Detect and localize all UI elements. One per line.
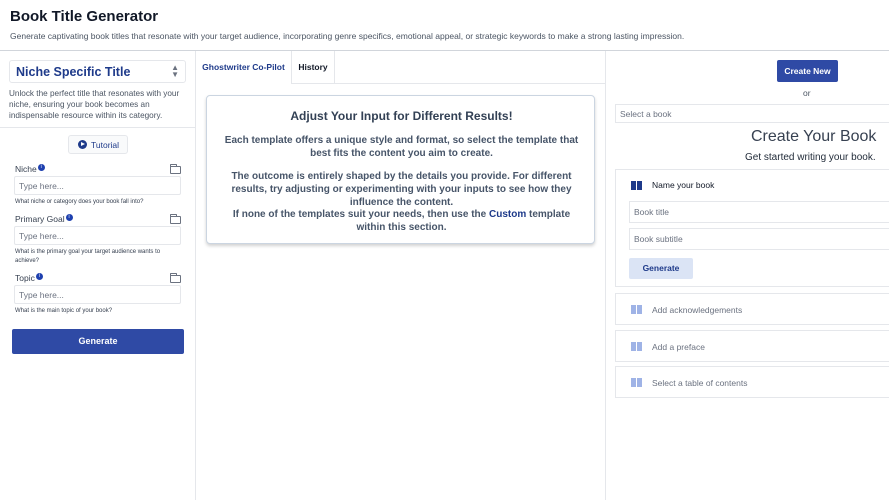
book-icon xyxy=(631,342,642,351)
info-card-paragraph: The outcome is entirely shaped by the de… xyxy=(231,171,572,208)
create-book-title: Create Your Book xyxy=(751,128,877,145)
name-book-card: Name your book Generate xyxy=(615,169,889,287)
option-label: Add acknowledgements xyxy=(652,305,743,315)
primary-goal-label: Primary Goal i xyxy=(15,214,73,224)
page-title: Book Title Generator xyxy=(10,8,159,25)
folder-icon[interactable] xyxy=(170,164,181,174)
book-title-input[interactable] xyxy=(629,201,889,223)
generate-book-name-button[interactable]: Generate xyxy=(629,258,693,279)
topic-input[interactable] xyxy=(14,285,181,304)
topic-label: Topic i xyxy=(15,273,43,283)
divider xyxy=(0,127,196,128)
template-select-value: Niche Specific Title xyxy=(16,65,131,79)
or-separator: or xyxy=(803,88,811,98)
custom-template-link[interactable]: Custom xyxy=(489,209,526,220)
play-icon xyxy=(78,140,87,149)
generate-button[interactable]: Generate xyxy=(12,329,184,354)
info-icon[interactable]: i xyxy=(65,214,73,221)
topic-help: What is the main topic of your book? xyxy=(15,308,113,314)
option-label: Add a preface xyxy=(652,342,705,352)
tutorial-button[interactable]: Tutorial xyxy=(68,135,128,154)
book-subtitle-input[interactable] xyxy=(629,228,889,250)
add-preface-option[interactable]: Add a preface xyxy=(615,330,889,362)
tab-bar: Ghostwriter Co-Pilot History xyxy=(196,51,605,84)
tutorial-label: Tutorial xyxy=(91,140,120,150)
info-icon[interactable]: i xyxy=(35,273,43,280)
output-panel: Adjust Your Input for Different Results!… xyxy=(196,84,605,500)
create-book-subtitle: Get started writing your book. xyxy=(745,152,876,163)
niche-label: Niche i xyxy=(15,164,45,174)
info-card-paragraph: If none of the templates suit your needs… xyxy=(232,209,571,233)
template-description: Unlock the perfect title that resonates … xyxy=(9,89,180,120)
info-card-title: Adjust Your Input for Different Results! xyxy=(290,109,513,123)
name-book-label: Name your book xyxy=(652,180,715,190)
primary-goal-help: What is the primary goal your target aud… xyxy=(15,249,161,264)
add-acknowledgements-option[interactable]: Add acknowledgements xyxy=(615,293,889,325)
folder-icon[interactable] xyxy=(170,273,181,283)
book-icon xyxy=(631,181,642,190)
book-icon xyxy=(631,305,642,314)
niche-help: What niche or category does your book fa… xyxy=(15,199,144,205)
tab-ghostwriter-copilot[interactable]: Ghostwriter Co-Pilot xyxy=(196,51,291,84)
chevron-up-down-icon: ▲ ▼ xyxy=(171,63,179,79)
niche-input[interactable] xyxy=(14,176,181,195)
folder-icon[interactable] xyxy=(170,214,181,224)
tab-history[interactable]: History xyxy=(291,51,335,84)
info-card: Adjust Your Input for Different Results!… xyxy=(206,95,595,244)
book-icon xyxy=(631,378,642,387)
page-subtitle: Generate captivating book titles that re… xyxy=(10,31,685,41)
option-label: Select a table of contents xyxy=(652,378,748,388)
template-select[interactable]: Niche Specific Title ▲ ▼ xyxy=(9,60,186,83)
template-form-panel: Niche Specific Title ▲ ▼ Unlock the perfe… xyxy=(0,51,196,500)
select-table-of-contents-option[interactable]: Select a table of contents xyxy=(615,366,889,398)
info-icon[interactable]: i xyxy=(37,164,45,171)
book-panel: Create New or Select a book Create Your … xyxy=(605,51,889,500)
info-card-paragraph: Each template offers a unique style and … xyxy=(224,135,579,159)
select-book-dropdown[interactable]: Select a book xyxy=(615,104,889,123)
primary-goal-input[interactable] xyxy=(14,226,181,245)
app-header: Book Title Generator Generate captivatin… xyxy=(0,0,889,51)
create-new-button[interactable]: Create New xyxy=(777,60,838,82)
